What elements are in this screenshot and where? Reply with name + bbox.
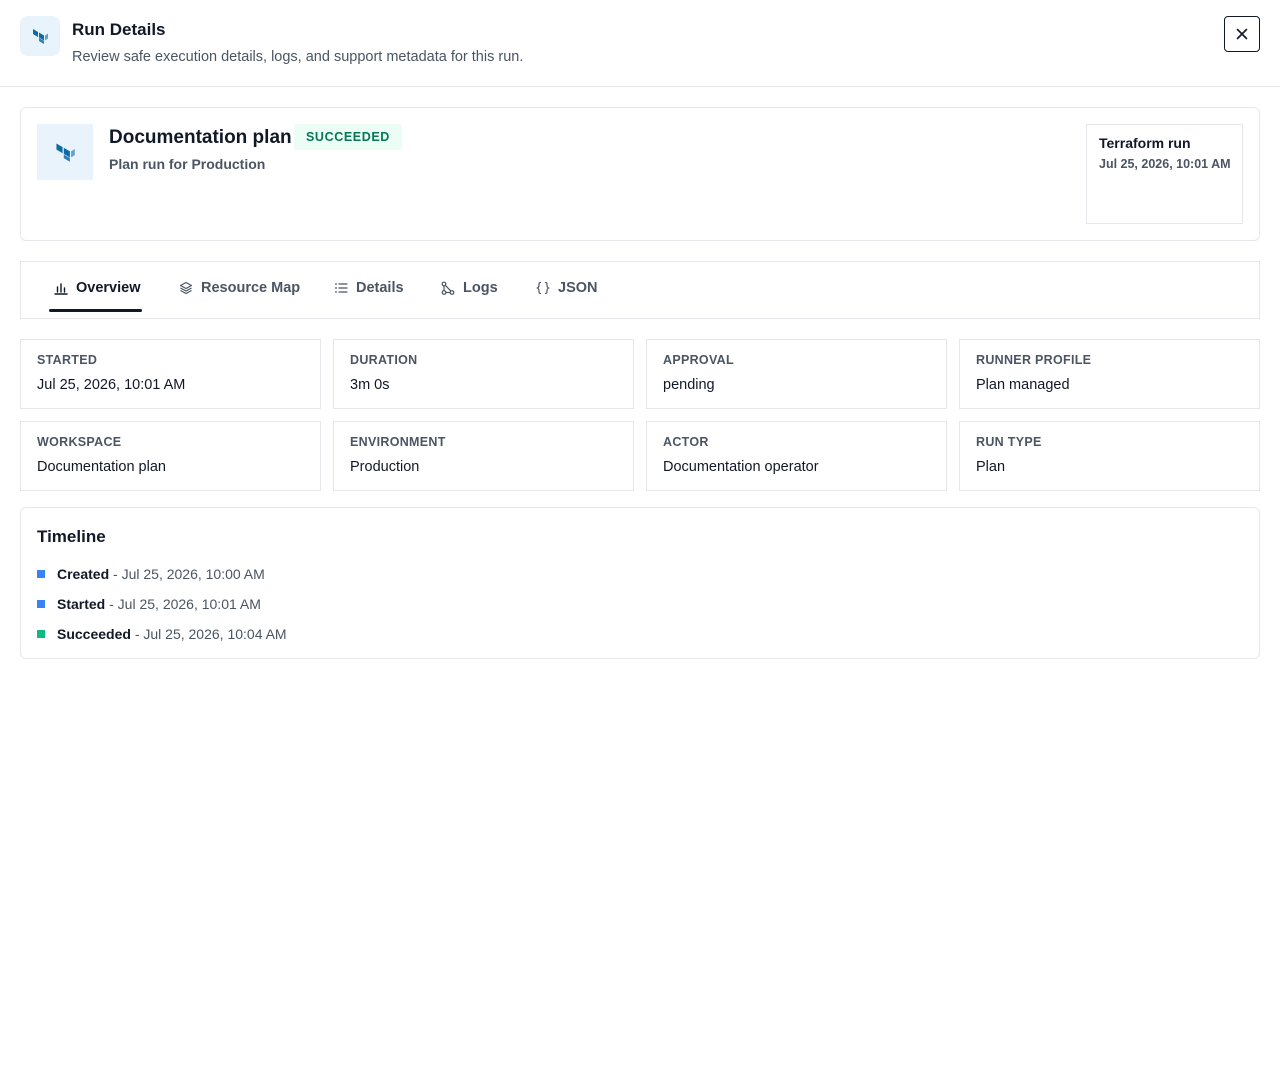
dialog-header: Run Details Review safe execution detail… xyxy=(0,0,1280,87)
list-icon xyxy=(334,283,348,293)
stat-approval: APPROVAL pending xyxy=(646,339,947,409)
run-summary-card: Documentation plan SUCCEEDED Plan run fo… xyxy=(20,107,1260,241)
timeline-event-time: - Jul 25, 2026, 10:01 AM xyxy=(105,596,261,612)
bar-chart-icon xyxy=(54,283,68,295)
tab-label: Logs xyxy=(463,280,498,296)
stat-value: Production xyxy=(350,459,420,475)
stat-label: WORKSPACE xyxy=(37,435,122,449)
timeline-event-name: Succeeded xyxy=(57,626,131,642)
status-badge: SUCCEEDED xyxy=(294,124,402,150)
stat-runner-profile: RUNNER PROFILE Plan managed xyxy=(959,339,1260,409)
stat-value: Plan managed xyxy=(976,377,1070,393)
run-box-date: Jul 25, 2026, 10:01 AM xyxy=(1099,157,1231,171)
stat-started: STARTED Jul 25, 2026, 10:01 AM xyxy=(20,339,321,409)
stat-label: RUNNER PROFILE xyxy=(976,353,1092,367)
tab-label: Resource Map xyxy=(201,280,301,296)
timeline-event-time: - Jul 25, 2026, 10:00 AM xyxy=(109,566,265,582)
tab-logs[interactable]: Logs xyxy=(441,262,498,314)
stat-label: ENVIRONMENT xyxy=(350,435,446,449)
stat-workspace: WORKSPACE Documentation plan xyxy=(20,421,321,491)
stat-value: Plan xyxy=(976,459,1006,475)
tab-label: JSON xyxy=(558,280,598,296)
timeline-title: Timeline xyxy=(37,527,106,546)
stat-actor: ACTOR Documentation operator xyxy=(646,421,947,491)
tab-overview[interactable]: Overview xyxy=(54,262,141,314)
terraform-logo-icon xyxy=(20,16,60,56)
close-icon xyxy=(1236,28,1248,40)
dialog-title: Run Details xyxy=(72,20,166,39)
dialog-subtitle: Review safe execution details, logs, and… xyxy=(72,49,524,65)
tab-bar: Overview Resource Map Details Logs JSON xyxy=(20,261,1260,319)
braces-icon xyxy=(536,281,550,295)
active-tab-indicator xyxy=(49,309,142,312)
stat-value: Documentation operator xyxy=(663,459,819,475)
close-button[interactable] xyxy=(1224,16,1260,52)
git-branch-icon xyxy=(441,281,455,295)
tab-json[interactable]: JSON xyxy=(536,262,598,314)
tab-label: Details xyxy=(356,280,404,296)
stat-label: DURATION xyxy=(350,353,418,367)
run-subtitle: Plan run for Production xyxy=(109,156,266,172)
run-box-title: Terraform run xyxy=(1099,135,1191,151)
timeline-card: Timeline Created - Jul 25, 2026, 10:00 A… xyxy=(20,507,1260,659)
timeline-event-name: Created xyxy=(57,566,110,582)
stat-value: pending xyxy=(663,377,715,393)
timeline-marker xyxy=(37,630,45,638)
stat-environment: ENVIRONMENT Production xyxy=(333,421,634,491)
layers-icon xyxy=(179,281,193,295)
timeline-event-name: Started xyxy=(57,596,106,612)
timeline-marker xyxy=(37,570,45,578)
stat-run-type: RUN TYPE Plan xyxy=(959,421,1260,491)
stat-value: Jul 25, 2026, 10:01 AM xyxy=(37,377,186,393)
timeline-item-started: Started - Jul 25, 2026, 10:01 AM xyxy=(37,596,261,612)
stat-label: RUN TYPE xyxy=(976,435,1042,449)
stat-label: APPROVAL xyxy=(663,353,734,367)
timeline-event-time: - Jul 25, 2026, 10:04 AM xyxy=(130,626,287,642)
stat-value: Documentation plan xyxy=(37,459,166,475)
stat-duration: DURATION 3m 0s xyxy=(333,339,634,409)
stat-label: STARTED xyxy=(37,353,98,367)
stat-value: 3m 0s xyxy=(350,377,390,393)
timeline-marker xyxy=(37,600,45,608)
run-type-box: Terraform run Jul 25, 2026, 10:01 AM xyxy=(1086,124,1243,224)
timeline-item-succeeded: Succeeded - Jul 25, 2026, 10:04 AM xyxy=(37,626,287,642)
run-title: Documentation plan xyxy=(109,127,292,148)
tab-label: Overview xyxy=(76,280,141,296)
tab-details[interactable]: Details xyxy=(334,262,404,314)
stat-label: ACTOR xyxy=(663,435,709,449)
timeline-item-created: Created - Jul 25, 2026, 10:00 AM xyxy=(37,566,265,582)
terraform-logo-icon xyxy=(37,124,93,180)
tab-resource-map[interactable]: Resource Map xyxy=(179,262,300,314)
